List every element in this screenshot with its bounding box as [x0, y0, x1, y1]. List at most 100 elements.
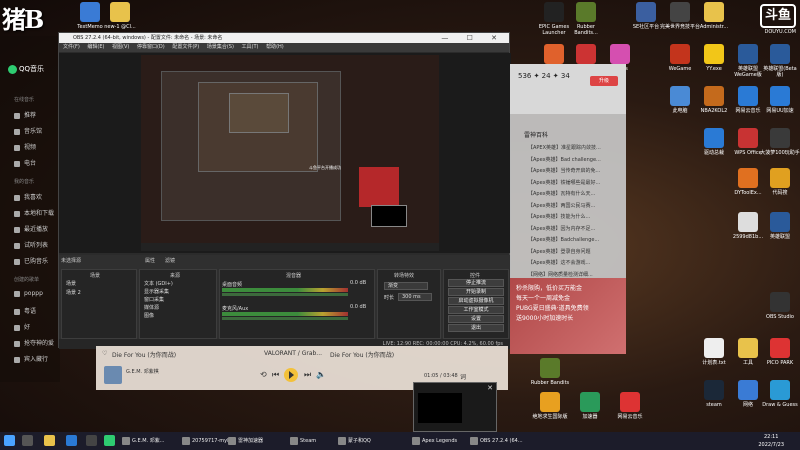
wiki-list-item[interactable]: 【APEX英雄】准星跟踪内敛技... [528, 144, 601, 151]
source-item[interactable]: 图像 [144, 312, 154, 319]
desktop-icon[interactable]: new-1 @Cl... [100, 2, 140, 30]
taskbar-button[interactable]: 雷神加速器 [228, 434, 263, 448]
wiki-list-item[interactable]: 【Apex英雄】Badchallenge... [528, 236, 599, 243]
qqmusic-nav-item[interactable]: 视频 [14, 142, 36, 151]
desktop-icon[interactable]: Rubber Bandits [530, 358, 570, 386]
desktop-icon[interactable]: 英雄联盟(Beta版) [760, 44, 800, 78]
desktop-icon[interactable]: 网易云音乐 [610, 392, 650, 420]
filters-tab[interactable]: 滤镜 [165, 257, 175, 264]
settings-button[interactable]: 设置 [448, 315, 504, 323]
obs-window[interactable]: OBS 27.2.4 (64-bit, windows) - 配置文件: 未命名… [58, 32, 511, 349]
menu-scene-collection[interactable]: 场景集合(S) [207, 44, 234, 50]
source-item[interactable]: 窗口采集 [144, 296, 164, 303]
wiki-list-item[interactable]: 【Apex英雄】铁锤哪些是最好... [528, 179, 600, 186]
play-button[interactable] [284, 368, 298, 382]
clock[interactable]: 22:11 2022/7/23 [758, 433, 784, 449]
taskbar-button[interactable]: G.E.M. 邓紫... [122, 434, 164, 448]
taskbar-button[interactable]: Steam [290, 434, 316, 448]
desktop-icon[interactable]: 代码搜 [760, 168, 800, 196]
qqmusic-nav-item[interactable]: 音乐馆 [14, 126, 42, 135]
close-icon[interactable]: ✕ [487, 384, 493, 392]
taskbar-button[interactable]: OBS 27.2.4 (64... [470, 434, 523, 448]
menu-view[interactable]: 视图(V) [112, 44, 129, 50]
qqmusic-nav-item[interactable]: 本地和下载 [14, 208, 54, 217]
desktop-icon[interactable]: 英雄联盟 [760, 212, 800, 240]
wiki-list-item[interactable]: 【Apex英雄】这不会游戏... [528, 259, 590, 266]
qqmusic-nav-item[interactable]: 宾入藏行 [14, 354, 48, 363]
menu-tools[interactable]: 工具(T) [242, 44, 259, 50]
lyric-button[interactable]: 词 [460, 372, 466, 381]
qqmusic-nav-item[interactable]: 已购音乐 [14, 256, 48, 265]
wiki-list-item[interactable]: 【Apex英雄】登录自身问题 [528, 248, 591, 255]
wiki-list-item[interactable]: 【Apex英雄】两国公民马赛... [528, 202, 595, 209]
wechat-icon[interactable] [104, 435, 115, 446]
qqmusic-nav-item[interactable]: 我喜欢 [14, 192, 42, 201]
promo-banner[interactable]: 秒杀限购，低价买万能金 每天一个一周减免金 PUBG夏日盛典·道具免费领 送90… [510, 278, 626, 354]
menu-help[interactable]: 帮助(H) [266, 44, 284, 50]
desktop-icon[interactable]: OBS Studio [760, 292, 800, 320]
duration-input[interactable]: 300 ms [398, 293, 432, 301]
menu-edit[interactable]: 编辑(E) [87, 44, 104, 50]
loop-icon[interactable]: ⟲ [260, 370, 267, 379]
app-icon[interactable] [86, 435, 97, 446]
qqmusic-nav-item[interactable]: 抢夺神的爱 [14, 338, 54, 347]
desktop-icon[interactable]: Rubber Bandits... [566, 2, 606, 36]
virtual-camera-button[interactable]: 启动虚拟摄像机 [448, 297, 504, 305]
exit-button[interactable]: 退出 [448, 324, 504, 332]
volume-icon[interactable]: 🔈 [316, 370, 326, 379]
volume-slider[interactable] [222, 317, 348, 320]
upgrade-button[interactable]: 升级 [590, 76, 618, 86]
scene-item[interactable]: 场景 2 [66, 289, 81, 296]
mixer-row-desktop[interactable]: 桌面音频 0.0 dB [222, 280, 372, 302]
menu-docks[interactable]: 停靠窗口(D) [137, 44, 165, 50]
qqmusic-nav-item[interactable]: 试听列表 [14, 240, 48, 249]
heart-icon[interactable]: ♡ [102, 350, 107, 357]
menu-file[interactable]: 文件(F) [63, 44, 80, 50]
scene-item[interactable]: 场景 [66, 280, 76, 287]
qqmusic-nav-item[interactable]: 粤语 [14, 306, 36, 315]
properties-tab[interactable]: 属性 [145, 257, 155, 264]
menu-profile[interactable]: 配置文件(P) [172, 44, 199, 50]
desktop-icon[interactable]: 网易UU加速 [760, 86, 800, 114]
wiki-list-item[interactable]: 【网络】网络质量检测详细... [528, 271, 593, 278]
start-icon[interactable] [4, 435, 15, 446]
studio-mode-button[interactable]: 工作室模式 [448, 306, 504, 314]
stop-streaming-button[interactable]: 停止推流 [448, 279, 504, 287]
wiki-list-item[interactable]: 【Apex英雄】当传奇开启的免... [528, 167, 600, 174]
window-controls[interactable]: — ☐ ✕ [441, 33, 505, 43]
desktop-icon[interactable]: 加速器 [570, 392, 610, 420]
desktop-icon[interactable]: 绝地求生国际版 [530, 392, 570, 420]
qqmusic-nav-item[interactable]: 最近播放 [14, 224, 48, 233]
search-icon[interactable] [22, 435, 33, 446]
wiki-list-item[interactable]: 【Apex英雄】技能为什么... [528, 213, 590, 220]
album-art[interactable] [104, 366, 122, 384]
explorer-icon[interactable] [44, 435, 55, 446]
source-item[interactable]: 媒体源 [144, 304, 159, 311]
desktop-icon[interactable]: Draw & Guess [760, 380, 800, 408]
edge-icon[interactable] [66, 435, 77, 446]
volume-slider[interactable] [222, 293, 348, 296]
qqmusic-nav-item[interactable]: 推荐 [14, 110, 36, 119]
desktop-icon[interactable]: PICO PARK [760, 338, 800, 366]
desktop-icon[interactable]: 大菠萝100玩助手 [760, 128, 800, 156]
desktop-icon[interactable]: Administr... [694, 2, 734, 30]
obs-title-bar[interactable]: OBS 27.2.4 (64-bit, windows) - 配置文件: 未命名… [59, 33, 509, 43]
wiki-list-item[interactable]: 【Apex英雄】因为内存不足... [528, 225, 595, 232]
qqmusic-logo[interactable]: QQ音乐 [8, 64, 44, 74]
taskbar-button[interactable]: Apex Legends [412, 434, 457, 448]
obs-preview[interactable]: 斗鱼平台开播成功 [59, 53, 511, 253]
next-icon[interactable]: ⏭ [304, 370, 311, 380]
prev-icon[interactable]: ⏮ [272, 370, 279, 380]
qqmusic-nav-item[interactable]: poppp [14, 290, 43, 297]
floating-preview-popup[interactable]: ✕ [413, 382, 497, 432]
wiki-list-item[interactable]: 【Apex英雄】瓦特有什么天... [528, 190, 595, 197]
taskbar-button[interactable]: 蒙子和QQ [338, 434, 371, 448]
transition-select[interactable]: 渐变 [384, 282, 428, 290]
qqmusic-nav-item[interactable]: 好 [14, 322, 30, 331]
start-recording-button[interactable]: 开始录制 [448, 288, 504, 296]
source-item[interactable]: 显示器采集 [144, 288, 169, 295]
accelerator-panel[interactable]: 536 ✦ 24 ✦ 34 升级 雷神百科 秒杀限购，低价买万能金 每天一个一周… [510, 64, 626, 354]
source-item[interactable]: 文本 (GDI+) [144, 280, 173, 287]
wiki-list-item[interactable]: 【Apex英雄】Bad challenge... [528, 156, 601, 163]
qqmusic-nav-item[interactable]: 电台 [14, 158, 36, 167]
